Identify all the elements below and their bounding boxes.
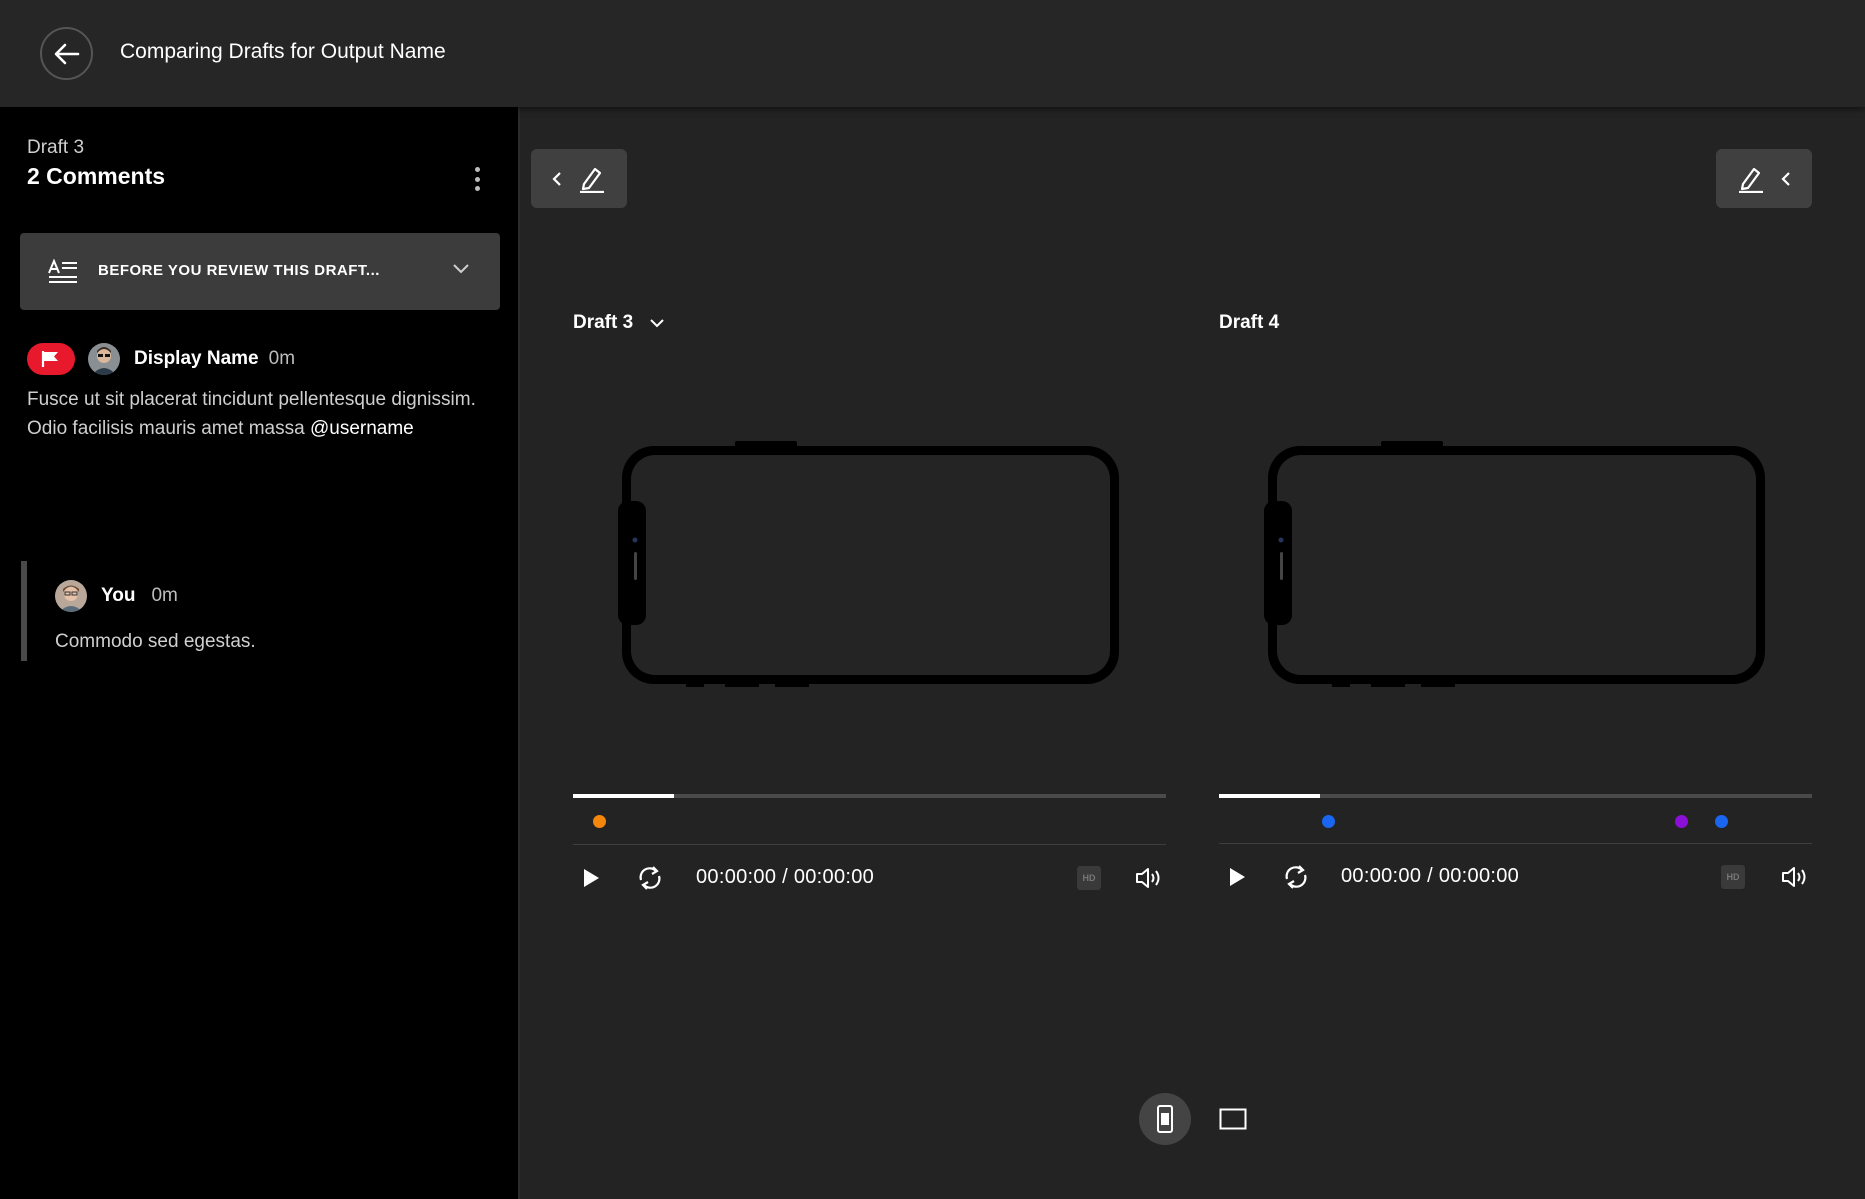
reply-author: You: [101, 585, 136, 606]
volume-icon: [1782, 867, 1806, 887]
comment-marker[interactable]: [1715, 815, 1729, 828]
top-bar: Comparing Drafts for Output Name: [0, 0, 1865, 107]
flag-icon: [41, 351, 58, 367]
reply-text: Commodo sed egestas.: [55, 631, 256, 652]
chevron-down-icon: [453, 264, 469, 274]
comment-marker[interactable]: [1675, 815, 1689, 828]
chevron-down-icon: [650, 319, 664, 328]
landscape-frame-icon: [1219, 1108, 1247, 1130]
kebab-dot-icon: [474, 176, 480, 182]
comment-count: 2 Comments: [27, 163, 166, 189]
comment-text: Fusce ut sit placerat tincidunt pellente…: [27, 389, 476, 439]
flag-badge[interactable]: [27, 343, 75, 375]
mention-link[interactable]: @username: [310, 418, 414, 439]
kebab-dot-icon: [474, 186, 480, 191]
volume-icon: [1136, 868, 1160, 888]
loop-icon: [1285, 865, 1307, 889]
back-button[interactable]: [40, 27, 93, 80]
player-controls: 00:00:00 / 00:00:00 HD: [1219, 857, 1812, 897]
sidebar-draft-label: Draft 3: [27, 137, 85, 158]
pencil-icon: [1739, 167, 1763, 193]
portrait-view-button[interactable]: [1139, 1093, 1191, 1145]
volume-button[interactable]: [1781, 864, 1809, 890]
text-instructions-icon: [48, 259, 77, 283]
landscape-view-button[interactable]: [1207, 1093, 1259, 1145]
divider: [1219, 843, 1812, 844]
comment-thread[interactable]: Display Name 0m Fusce ut sit placerat ti…: [27, 343, 497, 443]
draft-label: Draft 4: [1219, 312, 1280, 333]
volume-button[interactable]: [1135, 865, 1163, 891]
kebab-dot-icon: [474, 167, 480, 172]
playback-time: 00:00:00 / 00:00:00: [1341, 865, 1520, 887]
play-icon: [1230, 868, 1245, 886]
comments-sidebar: Draft 3 2 Comments BEFORE YOU REVIEW THI…: [0, 107, 520, 1199]
hd-toggle[interactable]: HD: [1077, 866, 1101, 890]
pencil-icon: [580, 167, 604, 193]
chevron-left-icon: [1781, 171, 1790, 186]
comment-marker[interactable]: [593, 815, 607, 828]
timeline-scrubber[interactable]: [1219, 794, 1812, 798]
chevron-left-icon: [552, 171, 561, 186]
loop-button[interactable]: [1281, 863, 1311, 891]
timeline-scrubber[interactable]: [573, 794, 1166, 798]
timeline-progress: [573, 794, 674, 798]
more-options-button[interactable]: [467, 165, 487, 193]
comment-author: Display Name: [134, 348, 259, 369]
player-controls: 00:00:00 / 00:00:00 HD: [573, 858, 1166, 898]
page-title: Comparing Drafts for Output Name: [120, 40, 446, 63]
playback-time: 00:00:00 / 00:00:00: [696, 866, 875, 888]
hd-toggle[interactable]: HD: [1721, 865, 1745, 889]
phone-preview-frame: [1264, 441, 1765, 687]
divider: [573, 844, 1166, 845]
toggle-left-panel-button[interactable]: [531, 149, 627, 208]
arrow-left-icon: [54, 43, 79, 64]
play-button[interactable]: [1225, 865, 1249, 889]
comment-reply[interactable]: You 0m Commodo sed egestas.: [21, 561, 491, 661]
comment-time: 0m: [268, 348, 296, 369]
draft-label: Draft 3: [573, 312, 634, 333]
reply-time: 0m: [151, 585, 178, 606]
review-instructions-accordion[interactable]: BEFORE YOU REVIEW THIS DRAFT...: [20, 233, 500, 310]
toggle-right-panel-button[interactable]: [1716, 149, 1812, 208]
phone-preview-frame: [618, 441, 1119, 687]
avatar: [88, 343, 120, 375]
timeline-progress: [1219, 794, 1320, 798]
play-button[interactable]: [579, 866, 603, 890]
play-icon: [584, 869, 599, 887]
draft-title: Draft 4: [1219, 312, 1279, 334]
draft-selector[interactable]: Draft 3: [573, 312, 665, 334]
loop-icon: [639, 866, 661, 890]
portrait-device-icon: [1157, 1105, 1173, 1133]
comment-marker[interactable]: [1322, 815, 1336, 828]
review-banner-label: BEFORE YOU REVIEW THIS DRAFT...: [98, 262, 380, 279]
avatar: [55, 580, 87, 612]
loop-button[interactable]: [635, 864, 665, 892]
